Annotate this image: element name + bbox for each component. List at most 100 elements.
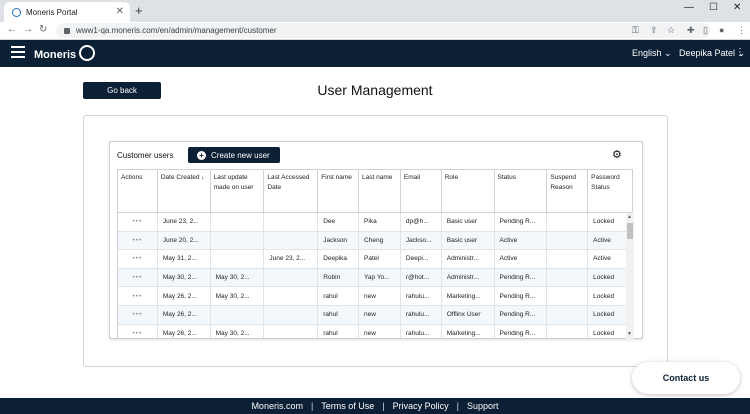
cell-last-update <box>211 231 265 250</box>
row-actions-icon[interactable]: ••• <box>118 213 158 231</box>
col-actions[interactable]: Actions <box>118 170 158 212</box>
cell-first-name: Jackson <box>318 231 360 250</box>
footer-separator: | <box>456 401 460 411</box>
col-suspend-reason[interactable]: Suspend Reason <box>547 170 589 212</box>
forward-arrow-icon[interactable]: → <box>23 24 33 35</box>
cell-last-accessed: June 23, 2... <box>264 250 319 268</box>
row-actions-icon[interactable]: ••• <box>118 305 158 324</box>
cell-status: Pending R... <box>495 287 548 305</box>
scroll-up-icon[interactable]: ▲ <box>627 214 632 220</box>
cell-status: Active <box>495 250 548 268</box>
row-actions-icon[interactable]: ••• <box>118 324 158 338</box>
cell-last-name: new <box>359 287 401 305</box>
cell-status: Pending R... <box>495 324 548 338</box>
table-row[interactable]: ••• May 26, 2... May 30, 2... rahul new … <box>118 324 632 338</box>
reload-icon[interactable]: ↻ <box>39 24 47 35</box>
plus-circle-icon: + <box>197 150 206 160</box>
cell-date-created: May 26, 2... <box>158 324 211 338</box>
cell-role: Administr... <box>442 268 495 287</box>
cell-last-accessed <box>264 305 319 324</box>
browser-menu-icon[interactable]: ⋮ <box>737 25 746 36</box>
col-date-created[interactable]: Date Created ↓ <box>158 170 211 212</box>
col-last-update[interactable]: Last update made on user <box>211 170 265 212</box>
tab-title: Moneris Portal <box>26 7 78 17</box>
col-last-accessed[interactable]: Last Accessed Date <box>264 170 319 212</box>
customer-users-title: Customer users <box>117 151 174 160</box>
footer-separator: | <box>310 401 314 411</box>
cell-last-update: May 30, 2... <box>211 287 265 305</box>
cell-email: rahulu... <box>401 287 442 305</box>
cell-email: rahulu... <box>401 324 442 338</box>
cell-last-update <box>211 250 265 268</box>
minimize-icon[interactable]: — <box>684 2 694 13</box>
bookmark-star-icon[interactable]: ☆ <box>667 25 675 36</box>
moneris-mark-icon <box>79 45 96 61</box>
page-title: User Management <box>317 82 433 98</box>
cell-role: Basic user <box>442 213 495 231</box>
table-row[interactable]: ••• May 30, 2... May 30, 2... Robin Yap … <box>118 268 632 288</box>
table-row[interactable]: ••• May 26, 2... May 30, 2... rahul new … <box>118 287 632 306</box>
cell-suspend-reason <box>547 324 589 338</box>
table-row[interactable]: ••• May 26, 2... rahul new rahulu... Off… <box>118 305 632 325</box>
row-actions-icon[interactable]: ••• <box>118 250 158 268</box>
table-row[interactable]: ••• June 20, 2... Jackson Cheng Jackso..… <box>118 231 632 251</box>
col-password-status[interactable]: Password Status <box>588 170 632 212</box>
row-actions-icon[interactable]: ••• <box>118 287 158 305</box>
cell-email: dp@h... <box>401 213 442 231</box>
moneris-favicon-icon <box>12 7 21 17</box>
new-tab-icon[interactable]: + <box>135 3 143 18</box>
footer-link-privacy[interactable]: Privacy Policy <box>393 401 449 411</box>
footer-link-terms[interactable]: Terms of Use <box>321 401 374 411</box>
hamburger-icon[interactable] <box>11 46 25 58</box>
sidepanel-icon[interactable]: ▯ <box>703 25 708 36</box>
cell-first-name: rahul <box>318 324 360 338</box>
cell-date-created: June 23, 2... <box>158 213 211 231</box>
table-row[interactable]: ••• May 31, 2... June 23, 2... Deepika P… <box>118 250 632 269</box>
cell-last-name: Patel <box>359 250 401 268</box>
col-status[interactable]: Status <box>495 170 548 212</box>
col-role[interactable]: Role <box>442 170 495 212</box>
gears-icon[interactable]: ⚙ <box>612 148 622 161</box>
table-row[interactable]: ••• June 23, 2... Dee Pika dp@h... Basic… <box>118 213 632 232</box>
cell-role: Administr... <box>442 250 495 268</box>
cell-last-update: May 30, 2... <box>211 324 265 338</box>
cell-first-name: rahul <box>318 287 360 305</box>
language-selector[interactable]: English ⌄ <box>632 48 672 59</box>
profile-icon[interactable]: ● <box>719 25 724 35</box>
more-menu-icon[interactable]: ⋮ <box>735 47 745 58</box>
cell-role: Marketing... <box>442 324 495 338</box>
scrollbar-thumb[interactable] <box>627 223 633 239</box>
cell-suspend-reason <box>547 268 589 287</box>
close-tab-icon[interactable]: ✕ <box>116 6 124 17</box>
moneris-logo[interactable]: Moneris <box>34 45 96 63</box>
cell-last-name: Pika <box>359 213 401 231</box>
col-last-name[interactable]: Last name <box>359 170 401 212</box>
row-actions-icon[interactable]: ••• <box>118 231 158 250</box>
cell-last-accessed <box>264 231 319 250</box>
create-new-user-button[interactable]: + Create new user <box>188 147 280 163</box>
contact-us-button[interactable]: Contact us <box>632 362 740 394</box>
col-email[interactable]: Email <box>401 170 442 212</box>
app-header: Moneris English ⌄ Deepika Patel ⌄ ⋮ <box>0 40 750 67</box>
address-bar[interactable]: www1-qa.moneris.com/en/admin/management/… <box>56 23 711 38</box>
browser-tabstrip: Moneris Portal ✕ + — ☐ ✕ <box>0 0 750 22</box>
footer-separator: | <box>382 401 385 411</box>
key-icon[interactable]: ⚿ <box>632 25 639 36</box>
cell-status: Pending R... <box>495 305 548 324</box>
footer-link-support[interactable]: Support <box>467 401 499 411</box>
cell-email: rahulu... <box>401 305 442 324</box>
maximize-icon[interactable]: ☐ <box>709 2 718 13</box>
table-scrollbar[interactable]: ▲ ▼ <box>626 213 634 339</box>
browser-tab[interactable]: Moneris Portal ✕ <box>4 2 130 22</box>
footer-link-moneris[interactable]: Moneris.com <box>251 401 303 411</box>
close-window-icon[interactable]: ✕ <box>733 2 741 13</box>
col-first-name[interactable]: First name <box>318 170 360 212</box>
extensions-icon[interactable]: ✚ <box>687 25 695 36</box>
cell-suspend-reason <box>547 213 589 231</box>
cell-date-created: May 26, 2... <box>158 287 211 305</box>
scroll-down-icon[interactable]: ▼ <box>627 331 632 337</box>
back-arrow-icon[interactable]: ← <box>7 24 17 35</box>
row-actions-icon[interactable]: ••• <box>118 268 158 287</box>
share-icon[interactable]: ⇪ <box>650 25 658 36</box>
cell-suspend-reason <box>547 250 589 268</box>
